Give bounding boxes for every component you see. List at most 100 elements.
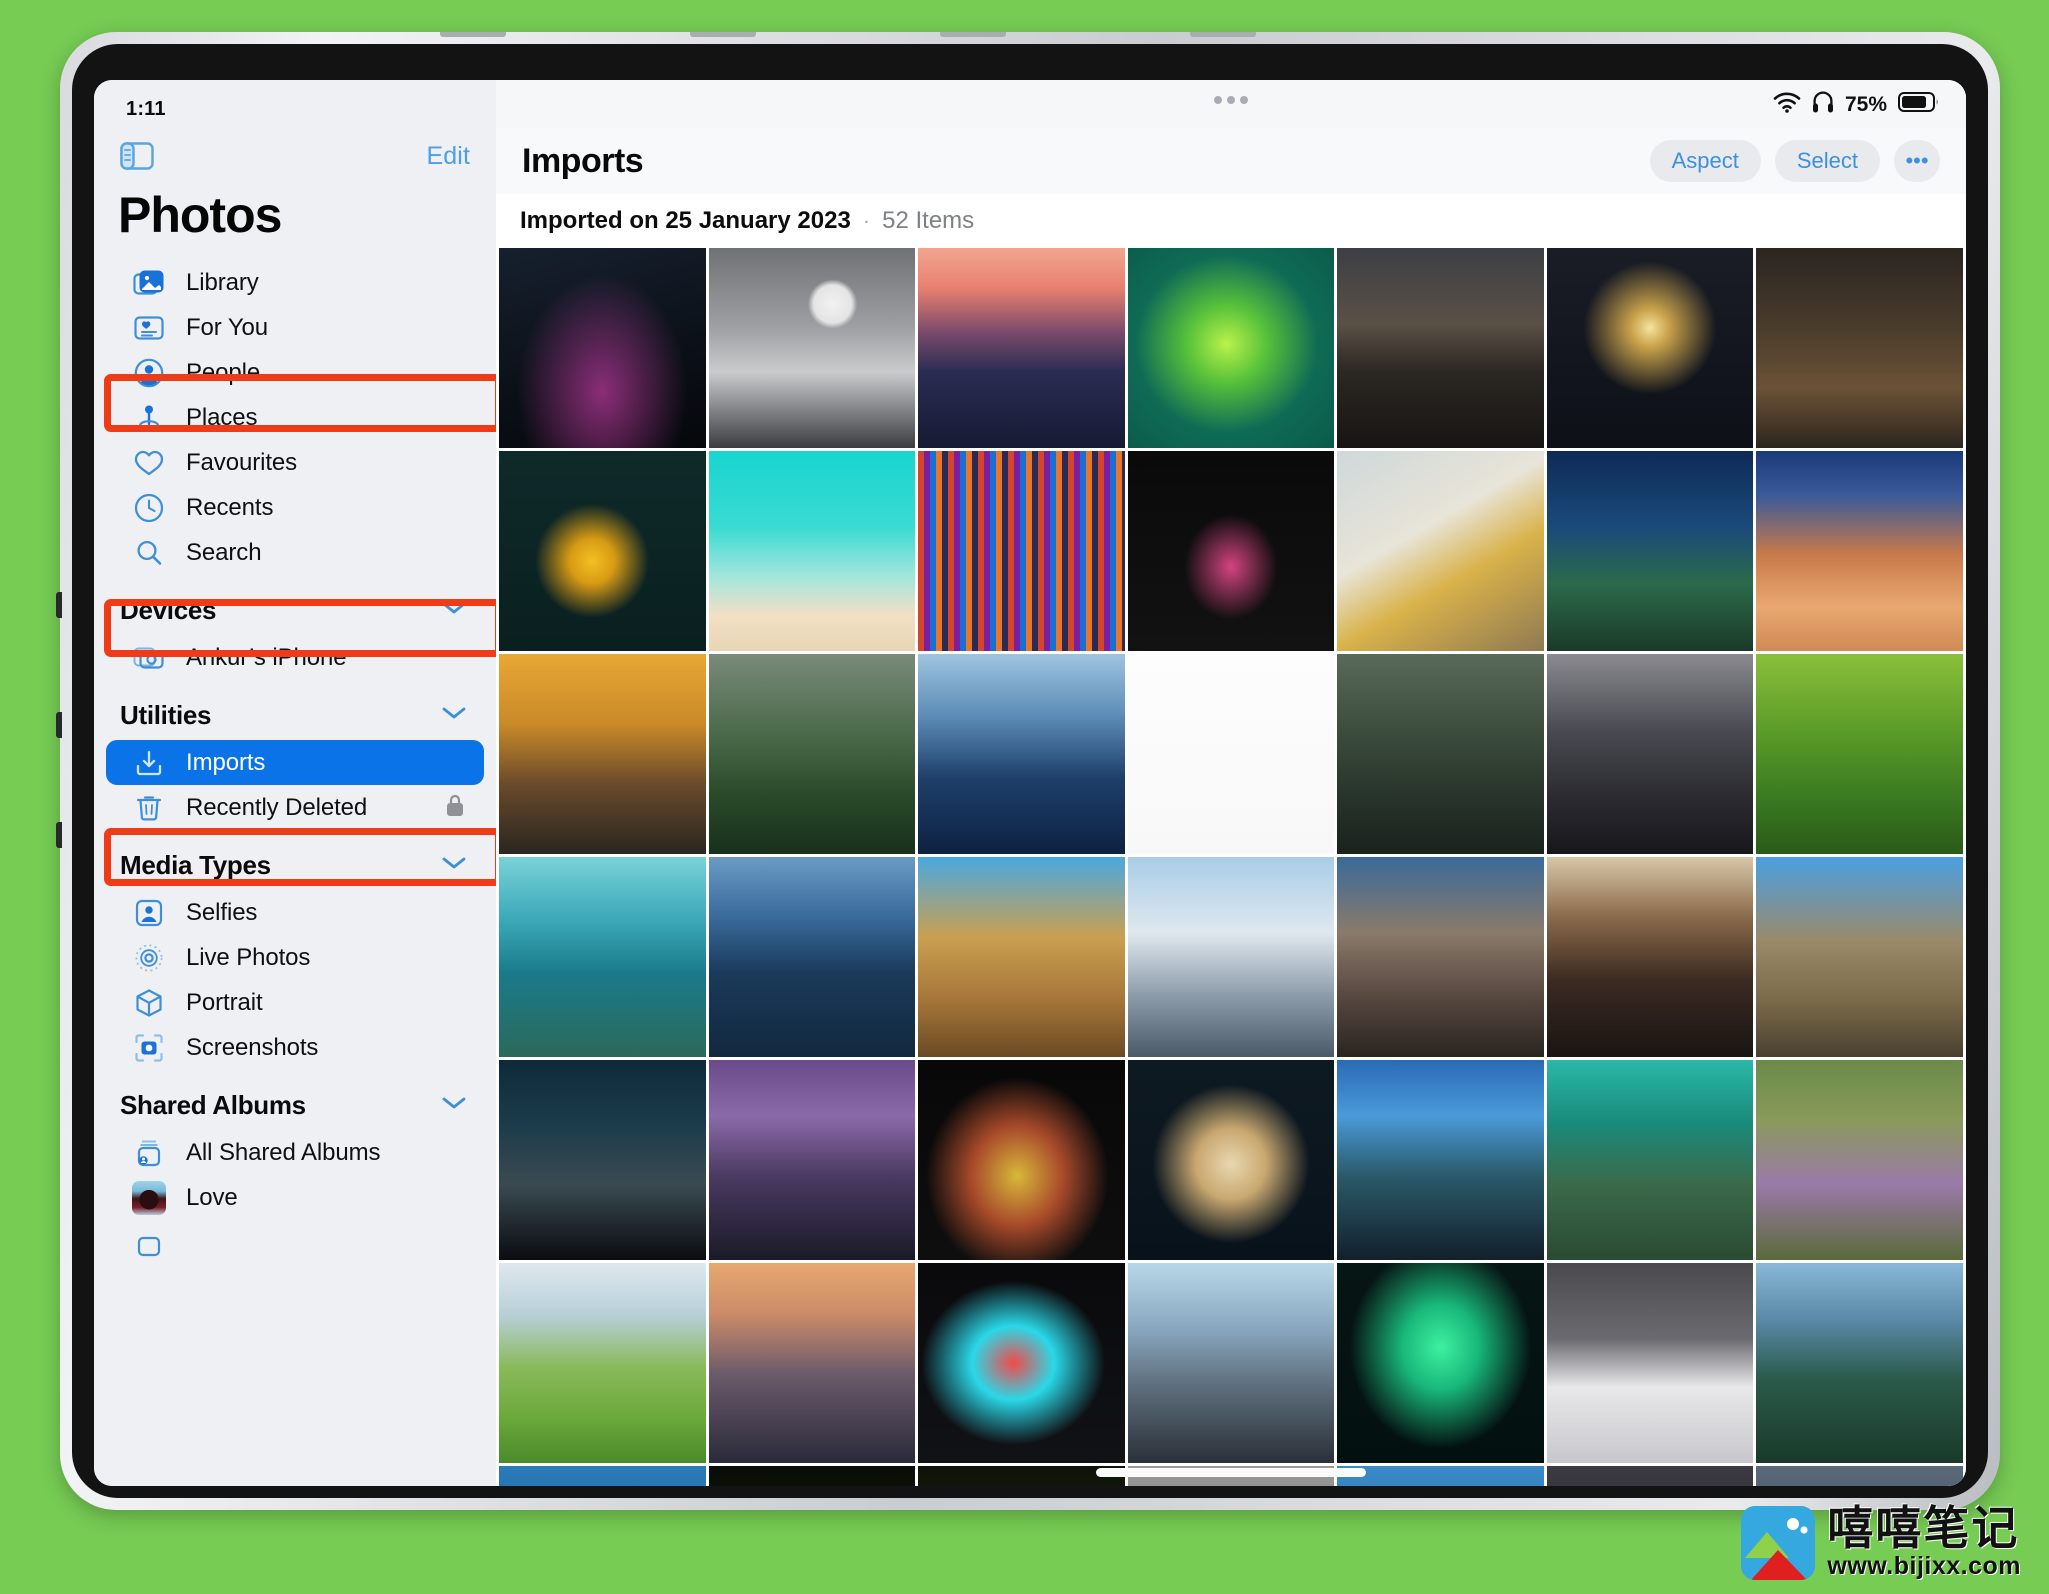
sidebar-item-people[interactable]: People <box>106 350 484 395</box>
heart-icon <box>132 446 166 480</box>
photo-thumbnail[interactable] <box>1127 857 1335 1057</box>
section-title: Utilities <box>120 699 212 730</box>
photo-thumbnail[interactable] <box>1337 248 1544 448</box>
sidebar-item-portrait[interactable]: Portrait <box>106 980 484 1025</box>
photo-thumbnail[interactable] <box>708 1263 916 1463</box>
sidebar-item-recently-deleted[interactable]: Recently Deleted <box>106 785 484 830</box>
sidebar-item-label: Live Photos <box>186 943 311 971</box>
photo-thumbnail[interactable] <box>1546 1060 1754 1260</box>
sidebar-item-places[interactable]: Places <box>106 395 484 440</box>
photo-thumbnail[interactable] <box>1756 857 1963 1057</box>
volume-up-button[interactable] <box>56 592 62 618</box>
photo-thumbnail[interactable] <box>1337 1263 1544 1463</box>
aspect-button[interactable]: Aspect <box>1649 140 1761 182</box>
photo-thumbnail[interactable] <box>1756 1466 1963 1486</box>
sidebar-scroll-area[interactable]: Library For You People Places Favourites… <box>94 260 496 1486</box>
photo-thumbnail[interactable] <box>1756 248 1963 448</box>
chevron-down-icon[interactable] <box>442 601 466 620</box>
wifi-icon <box>1773 91 1801 118</box>
chevron-down-icon[interactable] <box>442 706 466 725</box>
section-title: Media Types <box>120 849 271 880</box>
sidebar-item-ankurs-iphone[interactable]: Ankur’s iPhone <box>106 635 484 680</box>
sidebar-item-favourites[interactable]: Favourites <box>106 440 484 485</box>
status-bar-right: 75% <box>1773 90 1940 119</box>
photo-stack-icon <box>132 266 166 300</box>
photo-thumbnail[interactable] <box>918 1060 1125 1260</box>
photo-thumbnail[interactable] <box>1546 654 1754 854</box>
more-options-button[interactable]: ••• <box>1894 140 1940 182</box>
photo-thumbnail[interactable] <box>499 248 706 448</box>
power-button[interactable] <box>56 822 62 848</box>
photo-thumbnail[interactable] <box>1756 1060 1963 1260</box>
home-indicator[interactable] <box>1096 1468 1366 1477</box>
photo-thumbnail[interactable] <box>708 451 916 651</box>
edit-button[interactable]: Edit <box>427 142 470 171</box>
photo-thumbnail[interactable] <box>708 1060 916 1260</box>
select-button[interactable]: Select <box>1774 140 1880 182</box>
photo-thumbnail[interactable] <box>1127 248 1335 448</box>
sidebar-section-header-shared-albums[interactable]: Shared Albums <box>94 1080 496 1130</box>
sidebar-item-screenshots[interactable]: Screenshots <box>106 1025 484 1070</box>
photo-thumbnail[interactable] <box>1337 1466 1544 1486</box>
photo-thumbnail[interactable] <box>1546 451 1754 651</box>
photo-thumbnail[interactable] <box>499 654 706 854</box>
sidebar-item-partial[interactable] <box>106 1220 484 1265</box>
watermark-text: 嘻嘻笔记 www.bijixx.com <box>1827 1505 2021 1582</box>
photo-thumbnail[interactable] <box>918 451 1125 651</box>
sidebar-item-search[interactable]: Search <box>106 530 484 575</box>
sidebar-item-selfies[interactable]: Selfies <box>106 890 484 935</box>
photo-thumbnail[interactable] <box>1546 248 1754 448</box>
photo-thumbnail[interactable] <box>918 857 1125 1057</box>
chevron-down-icon[interactable] <box>442 856 466 875</box>
photo-thumbnail[interactable] <box>499 1060 706 1260</box>
item-count-label: 52 Items <box>882 207 975 234</box>
sidebar-item-imports[interactable]: Imports <box>106 740 484 785</box>
photo-thumbnail[interactable] <box>708 654 916 854</box>
multitasking-dots-icon[interactable] <box>1214 96 1248 104</box>
photo-thumbnail[interactable] <box>1756 1263 1963 1463</box>
photo-thumbnail[interactable] <box>1337 654 1544 854</box>
photo-thumbnail[interactable] <box>708 1466 916 1486</box>
sidebar-section-header-media-types[interactable]: Media Types <box>94 840 496 890</box>
sidebar-item-label: Recently Deleted <box>186 793 368 821</box>
sidebar-section-header-utilities[interactable]: Utilities <box>94 690 496 740</box>
sidebar-toggle-icon[interactable] <box>120 142 154 170</box>
sidebar-item-for-you[interactable]: For You <box>106 305 484 350</box>
for-you-card-icon <box>132 311 166 345</box>
chevron-down-icon[interactable] <box>442 1096 466 1115</box>
sidebar-item-live-photos[interactable]: Live Photos <box>106 935 484 980</box>
photo-thumbnail[interactable] <box>1127 1263 1335 1463</box>
photo-thumbnail[interactable] <box>1546 1263 1754 1463</box>
photo-thumbnail[interactable] <box>1756 451 1963 651</box>
volume-down-button[interactable] <box>56 712 62 738</box>
photo-thumbnail[interactable] <box>499 1263 706 1463</box>
photo-thumbnail[interactable] <box>1337 857 1544 1057</box>
photo-thumbnail[interactable] <box>1127 451 1335 651</box>
photo-thumbnail[interactable] <box>1127 1060 1335 1260</box>
sidebar-item-love[interactable]: Love <box>106 1175 484 1220</box>
photo-thumbnail[interactable] <box>1756 654 1963 854</box>
photo-thumbnail[interactable] <box>918 654 1125 854</box>
photo-thumbnail[interactable] <box>499 857 706 1057</box>
photo-thumbnail[interactable] <box>1546 857 1754 1057</box>
photo-thumbnail[interactable] <box>1337 451 1544 651</box>
photo-thumbnail[interactable] <box>918 1466 1125 1486</box>
photo-thumbnail[interactable] <box>499 451 706 651</box>
sidebar-item-label: Favourites <box>186 448 298 476</box>
photo-thumbnail[interactable] <box>918 1263 1125 1463</box>
sidebar-section-header-devices[interactable]: Devices <box>94 585 496 635</box>
sidebar-item-recents[interactable]: Recents <box>106 485 484 530</box>
photo-thumbnail[interactable] <box>1127 654 1335 854</box>
photo-thumbnail[interactable] <box>1546 1466 1754 1486</box>
live-photo-icon <box>132 941 166 975</box>
photo-thumbnail[interactable] <box>1337 1060 1544 1260</box>
sidebar-item-library[interactable]: Library <box>106 260 484 305</box>
watermark-url: www.bijixx.com <box>1827 1551 2021 1580</box>
photo-thumbnail[interactable] <box>708 248 916 448</box>
sidebar-item-label: For You <box>186 313 269 341</box>
photo-thumbnail[interactable] <box>918 248 1125 448</box>
photo-thumbnail[interactable] <box>499 1466 706 1486</box>
photo-thumbnail[interactable] <box>708 857 916 1057</box>
sidebar-item-all-shared-albums[interactable]: All Shared Albums <box>106 1130 484 1175</box>
photo-grid[interactable] <box>496 248 1966 1486</box>
